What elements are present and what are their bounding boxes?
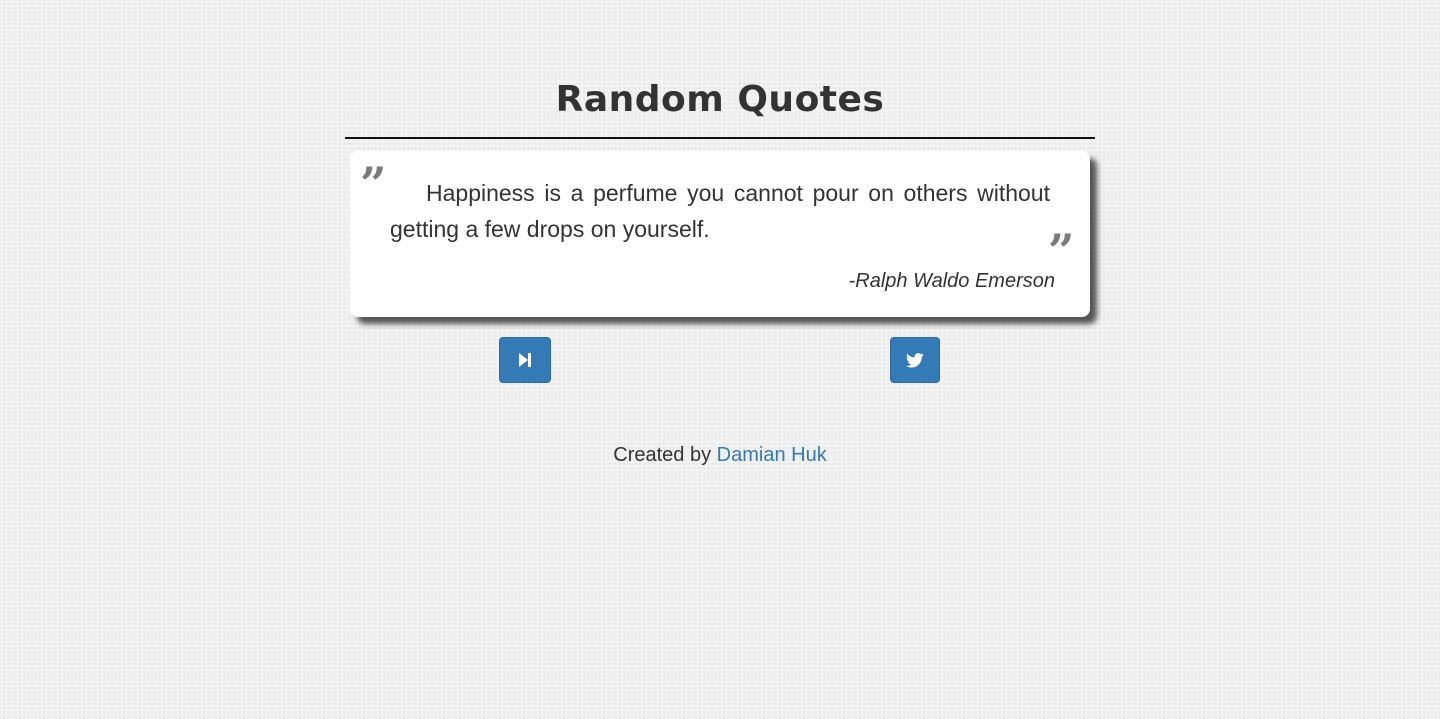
tweet-quote-button[interactable] (890, 337, 940, 383)
author-link[interactable]: Damian Huk (717, 444, 827, 466)
title-divider (345, 137, 1095, 139)
quote-card: ” Happiness is a perfume you cannot pour… (350, 151, 1090, 317)
quote-text: Happiness is a perfume you cannot pour o… (390, 180, 1050, 242)
twitter-icon (906, 352, 924, 368)
page-title: Random Quotes (555, 79, 885, 120)
quote-author: -Ralph Waldo Emerson (848, 270, 1055, 292)
open-quote-icon: ” (360, 157, 387, 211)
footer: Created by Damian Huk (345, 442, 1095, 468)
step-forward-icon (518, 352, 532, 368)
next-quote-button[interactable] (499, 337, 551, 383)
footer-prefix: Created by (613, 444, 712, 466)
